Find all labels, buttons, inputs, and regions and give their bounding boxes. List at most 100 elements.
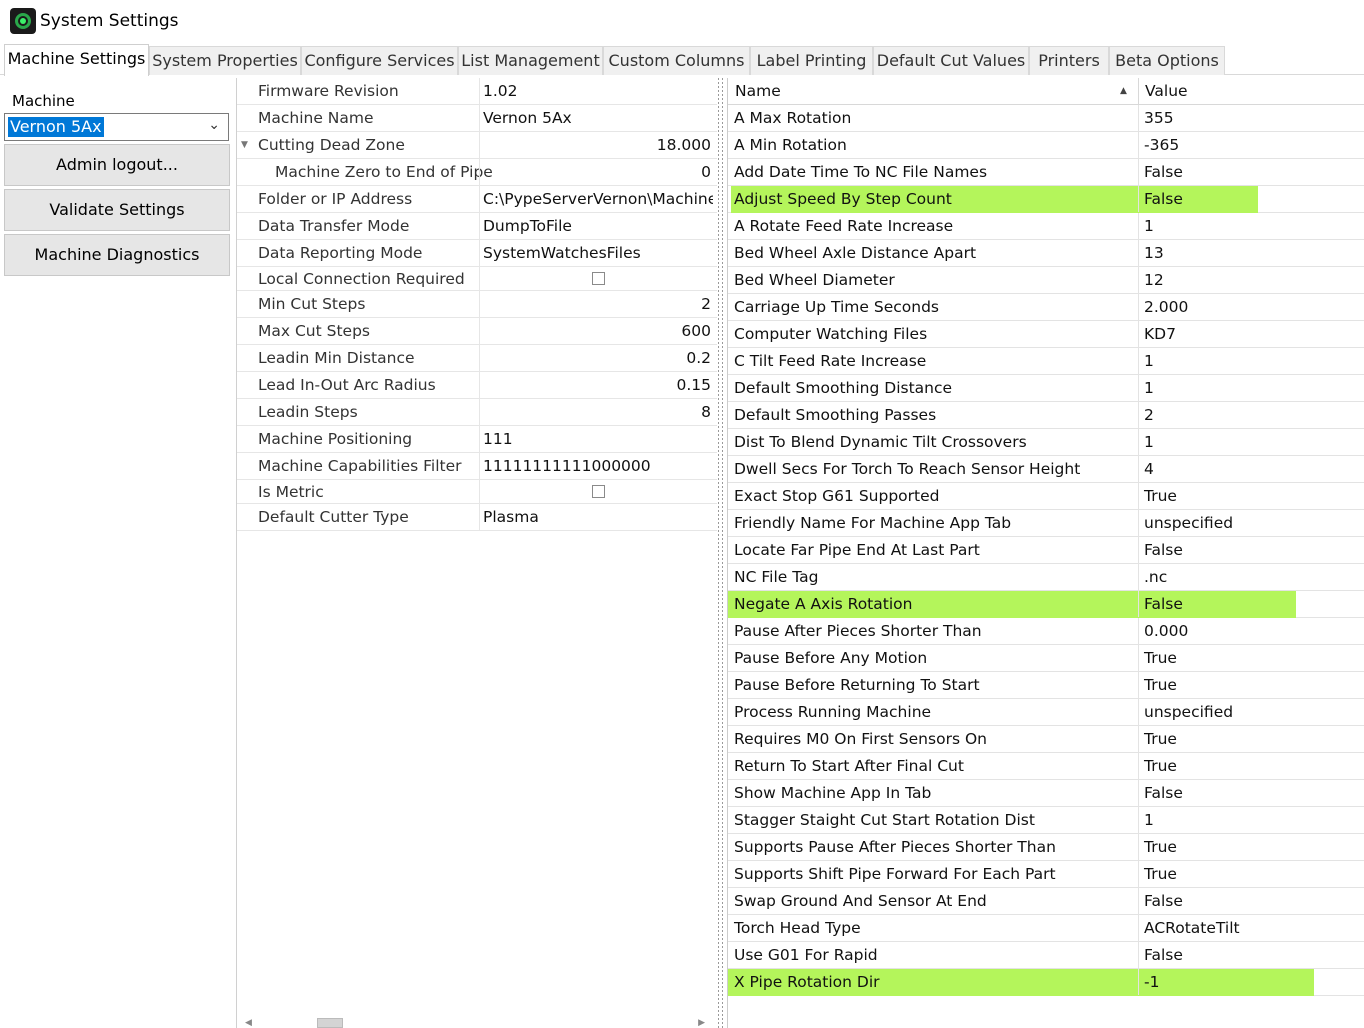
table-row[interactable]: Stagger Staight Cut Start Rotation Dist 1 [728,807,1364,834]
table-row[interactable]: Process Running Machine unspecified [728,699,1364,726]
table-row[interactable]: Exact Stop G61 Supported True [728,483,1364,510]
grid-row-data-transfer-mode[interactable]: Data Transfer Mode DumpToFile [237,213,717,240]
setting-value-cell[interactable]: -365 [1144,132,1179,158]
table-row[interactable]: Locate Far Pipe End At Last Part False [728,537,1364,564]
table-row[interactable]: A Max Rotation 355 [728,105,1364,132]
grid-row-data-reporting-mode[interactable]: Data Reporting Mode SystemWatchesFiles [237,240,717,267]
grid-row-machine-capabilities-filter[interactable]: Machine Capabilities Filter 111111111110… [237,453,717,480]
setting-value-cell[interactable]: -1 [1144,969,1159,995]
grid-row-value[interactable]: DumpToFile [483,213,713,239]
tab-machine-settings[interactable]: Machine Settings [4,44,149,76]
grid-row-cutting-dead-zone[interactable]: ▼ Cutting Dead Zone 18.000 [237,132,717,159]
setting-value-cell[interactable]: unspecified [1144,699,1233,725]
setting-value-cell[interactable]: 13 [1144,240,1164,266]
setting-value-cell[interactable]: 1 [1144,213,1154,239]
scrollbar-thumb[interactable] [317,1018,343,1028]
setting-value-cell[interactable]: unspecified [1144,510,1233,536]
setting-value-cell[interactable]: KD7 [1144,321,1176,347]
table-row[interactable]: Computer Watching Files KD7 [728,321,1364,348]
setting-value-cell[interactable]: 1 [1144,348,1154,374]
table-row[interactable]: Carriage Up Time Seconds 2.000 [728,294,1364,321]
setting-value-cell[interactable]: False [1144,159,1183,185]
setting-value-cell[interactable]: 2 [1144,402,1154,428]
scroll-left-icon[interactable]: ◀ [245,1018,252,1028]
table-row[interactable]: Return To Start After Final Cut True [728,753,1364,780]
table-row[interactable]: Pause Before Returning To Start True [728,672,1364,699]
grid-row-machine-zero[interactable]: Machine Zero to End of Pipe 0 [237,159,717,186]
setting-value-cell[interactable]: 1 [1144,375,1154,401]
setting-value-cell[interactable]: True [1144,753,1177,779]
setting-value-cell[interactable]: 4 [1144,456,1154,482]
scroll-right-icon[interactable]: ▶ [698,1018,705,1028]
table-row[interactable]: Pause Before Any Motion True [728,645,1364,672]
grid-row-value[interactable]: Vernon 5Ax [483,105,713,131]
setting-value-cell[interactable]: True [1144,483,1177,509]
table-row[interactable]: Dwell Secs For Torch To Reach Sensor Hei… [728,456,1364,483]
table-row[interactable]: Supports Shift Pipe Forward For Each Par… [728,861,1364,888]
grid-row-machine-positioning[interactable]: Machine Positioning 111 [237,426,717,453]
tab-label-printing[interactable]: Label Printing [750,46,873,75]
validate-settings-button[interactable]: Validate Settings [4,189,230,231]
grid-row-max-cut-steps[interactable]: Max Cut Steps 600 [237,318,717,345]
table-row[interactable]: Swap Ground And Sensor At End False [728,888,1364,915]
table-row[interactable]: Use G01 For Rapid False [728,942,1364,969]
grid-row-default-cutter-type[interactable]: Default Cutter Type Plasma [237,504,717,531]
table-row[interactable]: Show Machine App In Tab False [728,780,1364,807]
setting-value-cell[interactable]: 0.000 [1144,618,1188,644]
table-row[interactable]: Bed Wheel Axle Distance Apart 13 [728,240,1364,267]
tab-custom-columns[interactable]: Custom Columns [603,46,750,75]
local-connection-checkbox[interactable] [591,271,605,285]
setting-value-cell[interactable]: True [1144,861,1177,887]
setting-value-cell[interactable]: 1 [1144,807,1154,833]
grid-row-value[interactable]: Plasma [483,504,713,530]
grid-row-value[interactable]: C:\PypeServerVernon\Machine1 [483,186,713,212]
table-row[interactable]: A Min Rotation -365 [728,132,1364,159]
grid-row-value[interactable]: 600 [483,318,713,344]
tab-configure-services[interactable]: Configure Services [301,46,458,75]
machine-diagnostics-button[interactable]: Machine Diagnostics [4,234,230,276]
table-row[interactable]: A Rotate Feed Rate Increase 1 [728,213,1364,240]
tab-printers[interactable]: Printers [1029,46,1109,75]
table-row[interactable]: Supports Pause After Pieces Shorter Than… [728,834,1364,861]
setting-value-cell[interactable]: True [1144,672,1177,698]
grid-row-value[interactable]: 0 [483,159,713,185]
table-row[interactable]: Friendly Name For Machine App Tab unspeci… [728,510,1364,537]
tab-system-properties[interactable]: System Properties [149,46,301,75]
column-header-value[interactable]: Value [1145,78,1188,105]
is-metric-checkbox[interactable] [591,484,605,498]
setting-value-cell[interactable]: False [1144,888,1183,914]
table-row[interactable]: Default Smoothing Distance 1 [728,375,1364,402]
table-row[interactable]: Torch Head Type ACRotateTilt [728,915,1364,942]
setting-value-cell[interactable]: 12 [1144,267,1164,293]
grid-row-value[interactable]: 18.000 [483,132,713,158]
tab-list-management[interactable]: List Management [458,46,603,75]
grid-row-value[interactable]: 0.2 [483,345,713,371]
grid-row-folder-or-ip[interactable]: Folder or IP Address C:\PypeServerVernon… [237,186,717,213]
grid-row-value[interactable]: 8 [483,399,713,425]
panel-splitter[interactable] [717,78,727,1028]
setting-value-cell[interactable]: False [1144,186,1183,212]
table-row[interactable]: X Pipe Rotation Dir -1 [728,969,1364,996]
setting-value-cell[interactable]: False [1144,591,1183,617]
grid-row-value[interactable]: 0.15 [483,372,713,398]
table-row[interactable]: Dist To Blend Dynamic Tilt Crossovers 1 [728,429,1364,456]
setting-value-cell[interactable]: .nc [1144,564,1167,590]
table-row[interactable]: Add Date Time To NC File Names False [728,159,1364,186]
table-row[interactable]: Requires M0 On First Sensors On True [728,726,1364,753]
horizontal-scrollbar[interactable]: ◀ ▶ [237,1018,717,1028]
grid-row-leadin-min-distance[interactable]: Leadin Min Distance 0.2 [237,345,717,372]
setting-value-cell[interactable]: ACRotateTilt [1144,915,1240,941]
setting-value-cell[interactable]: True [1144,645,1177,671]
machine-dropdown[interactable]: Vernon 5Ax ⌄ [4,113,229,141]
grid-row-firmware-revision[interactable]: Firmware Revision 1.02 [237,78,717,105]
grid-row-value[interactable]: 111 [483,426,713,452]
setting-value-cell[interactable]: 1 [1144,429,1154,455]
grid-row-min-cut-steps[interactable]: Min Cut Steps 2 [237,291,717,318]
setting-value-cell[interactable]: 355 [1144,105,1174,131]
tab-default-cut-values[interactable]: Default Cut Values [873,46,1029,75]
table-row[interactable]: Default Smoothing Passes 2 [728,402,1364,429]
chevron-down-icon[interactable]: ⌄ [208,117,220,133]
setting-value-cell[interactable]: True [1144,834,1177,860]
table-row[interactable]: Negate A Axis Rotation False [728,591,1364,618]
grid-row-value[interactable]: 11111111111000000 [483,453,713,479]
